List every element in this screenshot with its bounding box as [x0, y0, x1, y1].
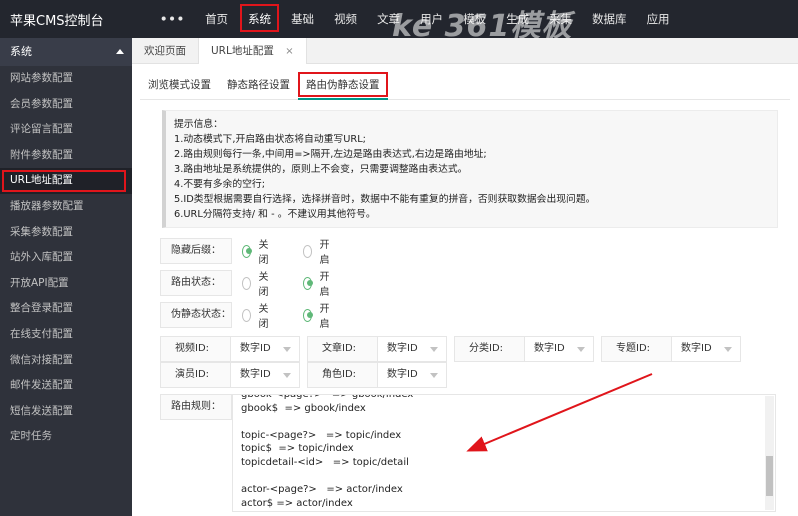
radio-checked-icon	[303, 308, 313, 322]
role-id-select[interactable]: 角色ID: 数字ID	[307, 362, 447, 388]
radio-label: 开启	[319, 240, 330, 266]
chevron-down-icon	[430, 347, 438, 352]
chevron-down-icon	[283, 347, 291, 352]
chevron-down-icon	[577, 347, 585, 352]
radio-unchecked-icon	[242, 276, 252, 290]
tab-url-config-label: URL地址配置	[211, 45, 274, 57]
radio-unchecked-icon	[242, 308, 252, 322]
tips-title: 提示信息：	[174, 119, 223, 130]
more-menu-icon[interactable]: •••	[150, 0, 195, 38]
sidebar-item-pay-config[interactable]: 在线支付配置	[0, 322, 132, 348]
topic-id-value: 数字ID	[681, 343, 712, 354]
scrollbar-thumb[interactable]	[766, 456, 773, 496]
sidebar-item-comment-config[interactable]: 评论留言配置	[0, 117, 132, 143]
radio-checked-icon	[303, 276, 313, 290]
chevron-down-icon	[724, 347, 732, 352]
article-id-value: 数字ID	[387, 343, 418, 354]
sidebar-item-cron[interactable]: 定时任务	[0, 424, 132, 450]
rewrite-status-label: 伪静态状态：	[160, 302, 232, 328]
route-rules-text: gbook-<page?> => gbook/index gbook$ => g…	[241, 394, 414, 509]
nav-item-apps[interactable]: 应用	[637, 0, 680, 38]
radio-label: 开启	[319, 272, 330, 298]
article-id-select[interactable]: 文章ID: 数字ID	[307, 336, 447, 362]
hidden-suffix-off-radio[interactable]: 关闭	[242, 240, 272, 266]
tips-line: 5.ID类型根据需要自行选择，选择拼音时，数据中不能有重复的拼音，否则获取数据会…	[174, 194, 596, 205]
sidebar-item-sms-config[interactable]: 短信发送配置	[0, 399, 132, 425]
route-status-on-radio[interactable]: 开启	[303, 272, 333, 298]
nav-item-video[interactable]: 视频	[324, 0, 367, 38]
tips-line: 3.路由地址是系统提供的，原则上不会变，只需要调整路由表达式。	[174, 164, 468, 175]
radio-label: 关闭	[258, 240, 269, 266]
sidebar-item-url-config[interactable]: URL地址配置	[0, 168, 132, 194]
topic-id-label: 专题ID:	[602, 337, 672, 361]
subtab-static-path[interactable]: 静态路径设置	[219, 72, 298, 100]
nav-item-home[interactable]: 首页	[195, 0, 238, 38]
tips-line: 2.路由规则每行一条,中间用=>隔开,左边是路由表达式,右边是路由地址;	[174, 149, 487, 160]
article-id-label: 文章ID:	[308, 337, 378, 361]
hidden-suffix-on-radio[interactable]: 开启	[303, 240, 333, 266]
tab-url-config[interactable]: URL地址配置 ×	[199, 38, 307, 64]
sidebar-item-wechat-config[interactable]: 微信对接配置	[0, 348, 132, 374]
hidden-suffix-label: 隐藏后缀：	[160, 238, 232, 264]
sidebar-item-collect-config[interactable]: 采集参数配置	[0, 220, 132, 246]
actor-id-select[interactable]: 演员ID: 数字ID	[160, 362, 300, 388]
category-id-value: 数字ID	[534, 343, 565, 354]
sidebar-item-member-config[interactable]: 会员参数配置	[0, 92, 132, 118]
role-id-value: 数字ID	[387, 369, 418, 380]
sidebar-item-attachment-config[interactable]: 附件参数配置	[0, 143, 132, 169]
sidebar-item-email-config[interactable]: 邮件发送配置	[0, 373, 132, 399]
app-title: 苹果CMS控制台	[10, 14, 104, 29]
sidebar-item-import-config[interactable]: 站外入库配置	[0, 245, 132, 271]
radio-label: 开启	[319, 304, 330, 330]
video-id-select[interactable]: 视频ID: 数字ID	[160, 336, 300, 362]
subtab-browse-mode[interactable]: 浏览模式设置	[140, 72, 219, 100]
sidebar-section-label: 系统	[10, 45, 32, 58]
route-status-off-radio[interactable]: 关闭	[242, 272, 272, 298]
video-id-value: 数字ID	[240, 343, 271, 354]
radio-unchecked-icon	[303, 244, 313, 258]
radio-label: 关闭	[258, 272, 269, 298]
topic-id-select[interactable]: 专题ID: 数字ID	[601, 336, 741, 362]
route-rules-textarea[interactable]: gbook-<page?> => gbook/index gbook$ => g…	[232, 394, 776, 512]
category-id-label: 分类ID:	[455, 337, 525, 361]
nav-item-basic[interactable]: 基础	[281, 0, 324, 38]
sidebar: 系统 网站参数配置 会员参数配置 评论留言配置 附件参数配置 URL地址配置 播…	[0, 38, 132, 516]
settings-subtabs: 浏览模式设置 静态路径设置 路由伪静态设置	[140, 72, 790, 100]
sidebar-item-site-config[interactable]: 网站参数配置	[0, 66, 132, 92]
caret-up-icon	[116, 49, 124, 54]
sidebar-item-player-config[interactable]: 播放器参数配置	[0, 194, 132, 220]
sidebar-section-system[interactable]: 系统	[0, 38, 132, 66]
chevron-down-icon	[283, 373, 291, 378]
subtab-route-rewrite[interactable]: 路由伪静态设置	[298, 72, 388, 100]
chevron-down-icon	[430, 373, 438, 378]
radio-label: 关闭	[258, 304, 269, 330]
radio-checked-icon	[242, 244, 252, 258]
tab-welcome[interactable]: 欢迎页面	[132, 38, 199, 64]
rewrite-status-off-radio[interactable]: 关闭	[242, 304, 272, 330]
sidebar-item-api-config[interactable]: 开放API配置	[0, 271, 132, 297]
tips-line: 4.不要有多余的空行;	[174, 179, 266, 190]
role-id-label: 角色ID:	[308, 363, 378, 387]
video-id-label: 视频ID:	[161, 337, 231, 361]
tips-line: 1.动态模式下,开启路由状态将自动重写URL;	[174, 134, 366, 145]
sidebar-item-login-config[interactable]: 整合登录配置	[0, 296, 132, 322]
route-status-label: 路由状态：	[160, 270, 232, 296]
nav-item-database[interactable]: 数据库	[582, 0, 637, 38]
nav-item-system[interactable]: 系统	[238, 0, 281, 38]
tips-line: 6.URL分隔符支持/ 和 - 。不建议用其他符号。	[174, 209, 376, 220]
close-icon[interactable]: ×	[285, 46, 293, 57]
scrollbar[interactable]	[765, 396, 774, 510]
route-rules-label: 路由规则：	[160, 394, 232, 420]
actor-id-value: 数字ID	[240, 369, 271, 380]
tips-box: 提示信息： 1.动态模式下,开启路由状态将自动重写URL; 2.路由规则每行一条…	[162, 110, 778, 228]
page-tabs: 欢迎页面 URL地址配置 ×	[132, 38, 798, 64]
top-bar: 苹果CMS控制台 ••• 首页 系统 基础 视频 文章 用户 模板 生成 采集 …	[0, 0, 798, 44]
rewrite-status-on-radio[interactable]: 开启	[303, 304, 333, 330]
actor-id-label: 演员ID:	[161, 363, 231, 387]
category-id-select[interactable]: 分类ID: 数字ID	[454, 336, 594, 362]
